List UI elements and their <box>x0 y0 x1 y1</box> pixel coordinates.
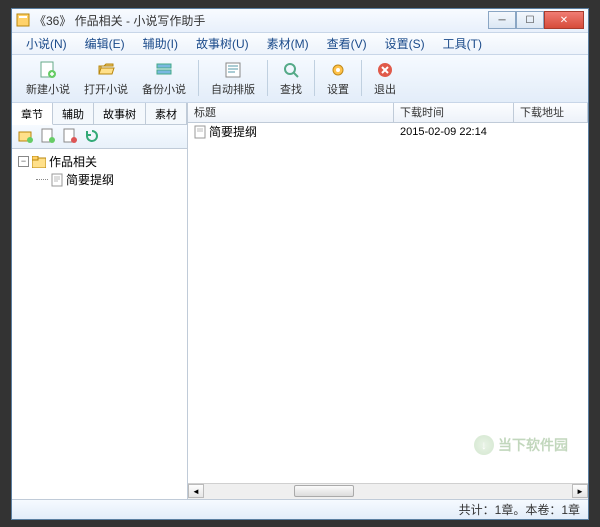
list-row[interactable]: 简要提纲 2015-02-09 22:14 <box>188 123 588 141</box>
watermark: ↓ 当下软件园 <box>474 435 568 455</box>
settings-label: 设置 <box>327 81 349 97</box>
horizontal-scrollbar[interactable]: ◄ ► <box>188 483 588 499</box>
tree-root-label: 作品相关 <box>49 153 97 170</box>
toolbar-separator <box>361 60 362 96</box>
left-pane: 章节 辅助 故事树 素材 − 作品相关 简要 <box>12 103 188 499</box>
scroll-right-button[interactable]: ► <box>572 484 588 498</box>
tree-child-label: 简要提纲 <box>66 171 114 188</box>
typeset-label: 自动排版 <box>211 81 255 97</box>
menu-assist[interactable]: 辅助(I) <box>135 33 186 54</box>
backup-label: 备份小说 <box>142 81 186 97</box>
col-dl-addr[interactable]: 下载地址 <box>514 103 588 122</box>
open-novel-button[interactable]: 打开小说 <box>78 58 134 99</box>
add-page-icon[interactable] <box>40 128 56 144</box>
app-window: 《36》 作品相关 - 小说写作助手 ─ ☐ ✕ 小说(N) 编辑(E) 辅助(… <box>11 8 589 520</box>
find-label: 查找 <box>280 81 302 97</box>
list-header: 标题 下载时间 下载地址 <box>188 103 588 123</box>
status-text: 共计：1章。本卷：1章 <box>459 501 580 518</box>
scroll-left-button[interactable]: ◄ <box>188 484 204 498</box>
tab-assist[interactable]: 辅助 <box>53 103 94 124</box>
list-body[interactable]: 简要提纲 2015-02-09 22:14 ↓ 当下软件园 <box>188 123 588 483</box>
tab-storytree[interactable]: 故事树 <box>94 103 146 124</box>
toolbar-separator <box>198 60 199 96</box>
col-title[interactable]: 标题 <box>188 103 394 122</box>
left-tabs: 章节 辅助 故事树 素材 <box>12 103 187 125</box>
open-icon <box>96 60 116 80</box>
tree-connector <box>36 179 48 180</box>
page-icon <box>194 125 206 139</box>
left-toolbar <box>12 125 187 149</box>
cell-title: 简要提纲 <box>188 123 394 140</box>
col-dl-time[interactable]: 下载时间 <box>394 103 514 122</box>
tree-child[interactable]: 简要提纲 <box>36 171 181 189</box>
toolbar-separator <box>267 60 268 96</box>
typeset-icon <box>223 60 243 80</box>
collapse-icon[interactable]: − <box>18 156 29 167</box>
cell-dl-time: 2015-02-09 22:14 <box>394 126 514 138</box>
auto-typeset-button[interactable]: 自动排版 <box>205 58 261 99</box>
menu-view[interactable]: 查看(V) <box>319 33 375 54</box>
open-label: 打开小说 <box>84 81 128 97</box>
folder-icon <box>32 156 46 168</box>
window-title: 《36》 作品相关 - 小说写作助手 <box>34 12 488 29</box>
download-icon: ↓ <box>474 435 494 455</box>
close-button[interactable]: ✕ <box>544 11 584 29</box>
new-novel-button[interactable]: 新建小说 <box>20 58 76 99</box>
add-folder-icon[interactable] <box>18 128 34 144</box>
tab-chapter[interactable]: 章节 <box>12 103 53 125</box>
exit-button[interactable]: 退出 <box>368 58 402 99</box>
new-label: 新建小说 <box>26 81 70 97</box>
scroll-thumb[interactable] <box>294 485 354 497</box>
minimize-button[interactable]: ─ <box>488 11 516 29</box>
menu-material[interactable]: 素材(M) <box>259 33 317 54</box>
app-icon <box>16 13 30 27</box>
tab-material[interactable]: 素材 <box>146 103 187 124</box>
statusbar: 共计：1章。本卷：1章 <box>12 499 588 519</box>
menu-edit[interactable]: 编辑(E) <box>77 33 133 54</box>
menu-tools[interactable]: 工具(T) <box>435 33 490 54</box>
cell-title-text: 简要提纲 <box>209 123 257 140</box>
menu-storytree[interactable]: 故事树(U) <box>188 33 257 54</box>
gear-icon <box>328 60 348 80</box>
toolbar: 新建小说 打开小说 备份小说 自动排版 查找 设置 退出 <box>12 55 588 103</box>
refresh-icon[interactable] <box>84 128 100 144</box>
maximize-button[interactable]: ☐ <box>516 11 544 29</box>
search-icon <box>281 60 301 80</box>
tree-root[interactable]: − 作品相关 <box>18 153 181 171</box>
content-area: 章节 辅助 故事树 素材 − 作品相关 简要 <box>12 103 588 499</box>
delete-icon[interactable] <box>62 128 78 144</box>
page-icon <box>51 173 63 187</box>
tree-view[interactable]: − 作品相关 简要提纲 <box>12 149 187 499</box>
find-button[interactable]: 查找 <box>274 58 308 99</box>
window-buttons: ─ ☐ ✕ <box>488 11 584 29</box>
right-pane: 标题 下载时间 下载地址 简要提纲 2015-02-09 22:14 ↓ 当下软… <box>188 103 588 499</box>
menubar: 小说(N) 编辑(E) 辅助(I) 故事树(U) 素材(M) 查看(V) 设置(… <box>12 33 588 55</box>
exit-label: 退出 <box>374 81 396 97</box>
menu-settings[interactable]: 设置(S) <box>377 33 433 54</box>
settings-button[interactable]: 设置 <box>321 58 355 99</box>
backup-icon <box>154 60 174 80</box>
watermark-text: 当下软件园 <box>498 435 568 455</box>
exit-icon <box>375 60 395 80</box>
titlebar[interactable]: 《36》 作品相关 - 小说写作助手 ─ ☐ ✕ <box>12 9 588 33</box>
toolbar-separator <box>314 60 315 96</box>
backup-novel-button[interactable]: 备份小说 <box>136 58 192 99</box>
scroll-track[interactable] <box>204 484 572 498</box>
new-icon <box>38 60 58 80</box>
menu-novel[interactable]: 小说(N) <box>18 33 75 54</box>
